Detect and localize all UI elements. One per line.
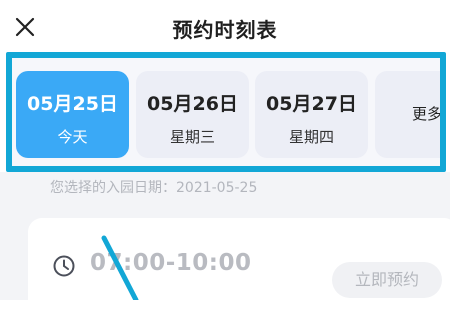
weekday-label: 星期三 xyxy=(169,128,215,146)
weekday-label: 星期四 xyxy=(288,128,334,146)
time-slot-label: 07:00-10:00 xyxy=(90,250,252,276)
date-card-0526[interactable]: 05月26日 星期三 xyxy=(136,71,249,158)
selected-date-text: 您选择的入园日期：2021-05-25 xyxy=(50,180,258,196)
more-label: 更多> xyxy=(412,105,443,123)
book-now-button[interactable]: 立即预约 xyxy=(332,262,442,298)
header-bar: 预约时刻表 xyxy=(0,0,450,52)
date-label: 05月25日 xyxy=(27,93,118,115)
date-selector: 05月25日 今天 05月26日 星期三 05月27日 星期四 更多> xyxy=(6,52,446,172)
page-title: 预约时刻表 xyxy=(172,18,278,42)
clock-icon xyxy=(53,255,75,277)
date-label: 05月27日 xyxy=(266,93,357,115)
more-dates-button[interactable]: 更多> xyxy=(375,71,443,158)
date-label: 05月26日 xyxy=(147,93,238,115)
date-card-0525[interactable]: 05月25日 今天 xyxy=(16,71,129,158)
date-card-0527[interactable]: 05月27日 星期四 xyxy=(255,71,368,158)
weekday-label: 今天 xyxy=(57,128,88,146)
